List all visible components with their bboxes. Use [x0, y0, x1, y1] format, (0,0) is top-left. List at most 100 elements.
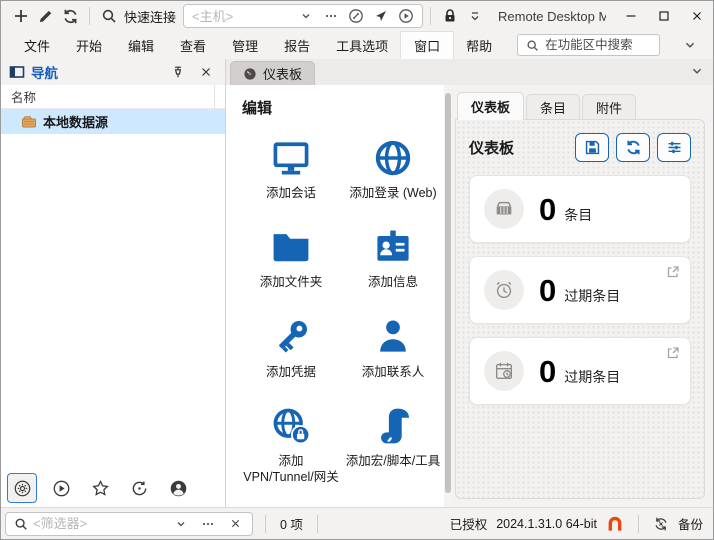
play-circle-icon: [398, 8, 414, 24]
close-button[interactable]: [680, 2, 713, 31]
edit-panel-title: 编辑: [242, 97, 444, 118]
chevron-down-icon: [301, 11, 311, 21]
datasource-row[interactable]: 本地数据源: [1, 109, 225, 134]
person-icon: [371, 315, 415, 359]
menu-tools[interactable]: 工具选项: [323, 32, 401, 59]
menu-bar: 文件 开始 编辑 查看 管理 报告 工具选项 窗口 帮助: [1, 31, 713, 59]
dashboard-tab-strip: 仪表板 条目 附件: [455, 91, 705, 119]
menu-window[interactable]: 窗口: [401, 32, 453, 59]
dashboard-settings-button[interactable]: [657, 133, 691, 162]
quick-connect-more-button[interactable]: [320, 6, 342, 26]
ribbon-display-button[interactable]: [463, 4, 486, 28]
add-credential-button[interactable]: 添加凭据: [242, 315, 340, 380]
tab-overflow-button[interactable]: [691, 65, 703, 80]
add-contact-label: 添加联系人: [362, 364, 425, 380]
add-vpn-tunnel-gateway-button[interactable]: 添加 VPN/Tunnel/网关: [242, 404, 340, 486]
user-profile-button[interactable]: [163, 473, 193, 503]
menu-view[interactable]: 查看: [167, 32, 219, 59]
close-pane-button[interactable]: [195, 61, 217, 83]
name-column-header[interactable]: 名称: [1, 85, 225, 109]
workspace: 仪表板 编辑 添加会话: [226, 59, 713, 507]
menu-administration[interactable]: 管理: [219, 32, 271, 59]
filter-dropdown-button[interactable]: [170, 514, 192, 534]
favorites-view-button[interactable]: [85, 473, 115, 503]
menu-file[interactable]: 文件: [11, 32, 63, 59]
add-contact-button[interactable]: 添加联系人: [344, 315, 442, 380]
quick-connect-label: 快速连接: [124, 7, 176, 26]
clear-filter-button[interactable]: [224, 514, 246, 534]
host-input[interactable]: [192, 9, 292, 24]
embed-connect-button[interactable]: [370, 6, 392, 26]
star-icon: [91, 479, 110, 498]
dashboard-actions: [575, 133, 691, 162]
add-web-login-button[interactable]: 添加登录 (Web): [344, 136, 442, 201]
add-information-button[interactable]: 添加信息: [344, 225, 442, 290]
scrollbar-thumb[interactable]: [445, 93, 451, 493]
brand-magnet-icon[interactable]: [606, 515, 624, 533]
item-count: 0 项: [278, 514, 305, 533]
window-controls: [614, 2, 713, 31]
backup-sync-icon[interactable]: [653, 516, 669, 532]
datasource-icon: [21, 114, 37, 130]
gear-circle-icon: [13, 479, 32, 498]
dashboard-header: 仪表板: [469, 133, 691, 162]
minimize-button[interactable]: [614, 2, 647, 31]
dashboard-tab-icon: [243, 67, 257, 81]
maximize-button[interactable]: [647, 2, 680, 31]
host-dropdown-button[interactable]: [295, 6, 317, 26]
protocol-button[interactable]: [345, 6, 367, 26]
user-circle-icon: [169, 479, 188, 498]
edit-entry-button[interactable]: [34, 4, 57, 28]
save-icon: [584, 139, 601, 156]
menu-help[interactable]: 帮助: [453, 32, 505, 59]
menu-edit[interactable]: 编辑: [115, 32, 167, 59]
refresh-dashboard-button[interactable]: [616, 133, 650, 162]
add-entry-button[interactable]: [9, 4, 32, 28]
launch-connect-button[interactable]: [395, 6, 417, 26]
cursor-arrow-icon: [374, 9, 388, 23]
menu-report[interactable]: 报告: [271, 32, 323, 59]
menu-home[interactable]: 开始: [63, 32, 115, 59]
sessions-view-button[interactable]: [46, 473, 76, 503]
quick-connect-search-button[interactable]: [97, 4, 120, 28]
refresh-icon: [62, 8, 79, 25]
tab-dashboard[interactable]: 仪表板: [230, 61, 315, 85]
pencil-icon: [37, 8, 54, 25]
tab-entries[interactable]: 条目: [526, 94, 580, 119]
lock-icon: [442, 8, 458, 24]
main-area: 导航 名称 本地数据源: [1, 59, 713, 507]
expiring-label: 过期条目: [564, 367, 620, 387]
ribbon-collapse-button[interactable]: [677, 39, 703, 51]
disconnect-circle-icon: [348, 8, 364, 24]
entries-label: 条目: [564, 205, 592, 225]
edit-panel-scrollbar[interactable]: [444, 85, 452, 507]
add-session-button[interactable]: 添加会话: [242, 136, 340, 201]
open-expiring-entries-button[interactable]: [665, 345, 681, 361]
pin-pane-button[interactable]: [167, 61, 189, 83]
external-link-icon: [666, 265, 680, 279]
open-expired-entries-button[interactable]: [665, 264, 681, 280]
ribbon-search-input[interactable]: [545, 38, 651, 52]
calendar-clock-icon: [493, 360, 515, 382]
datasource-view-button[interactable]: [7, 473, 37, 503]
add-macro-script-tool-button[interactable]: 添加宏/脚本/工具: [344, 404, 442, 486]
entries-count: 0: [539, 194, 556, 225]
filter-more-button[interactable]: [197, 514, 219, 534]
backup-label[interactable]: 备份: [678, 514, 703, 533]
alarm-clock-icon: [493, 279, 515, 301]
save-button[interactable]: [575, 133, 609, 162]
navigation-pane: 导航 名称 本地数据源: [1, 59, 226, 507]
lock-button[interactable]: [438, 4, 461, 28]
filter-input[interactable]: [33, 516, 165, 531]
tab-dashboard-detail[interactable]: 仪表板: [457, 92, 524, 120]
statusbar-separator: [317, 515, 318, 533]
dashboard-panel: 仪表板: [455, 119, 705, 499]
close-icon: [230, 518, 241, 529]
add-folder-button[interactable]: 添加文件夹: [242, 225, 340, 290]
recent-view-button[interactable]: [124, 473, 154, 503]
tab-attachments[interactable]: 附件: [582, 94, 636, 119]
datasource-label: 本地数据源: [43, 112, 108, 131]
add-folder-label: 添加文件夹: [260, 274, 323, 290]
refresh-button[interactable]: [59, 4, 82, 28]
add-actions-grid: 添加会话 添加登录 (Web) 添加文件夹 添加信息: [242, 136, 444, 485]
